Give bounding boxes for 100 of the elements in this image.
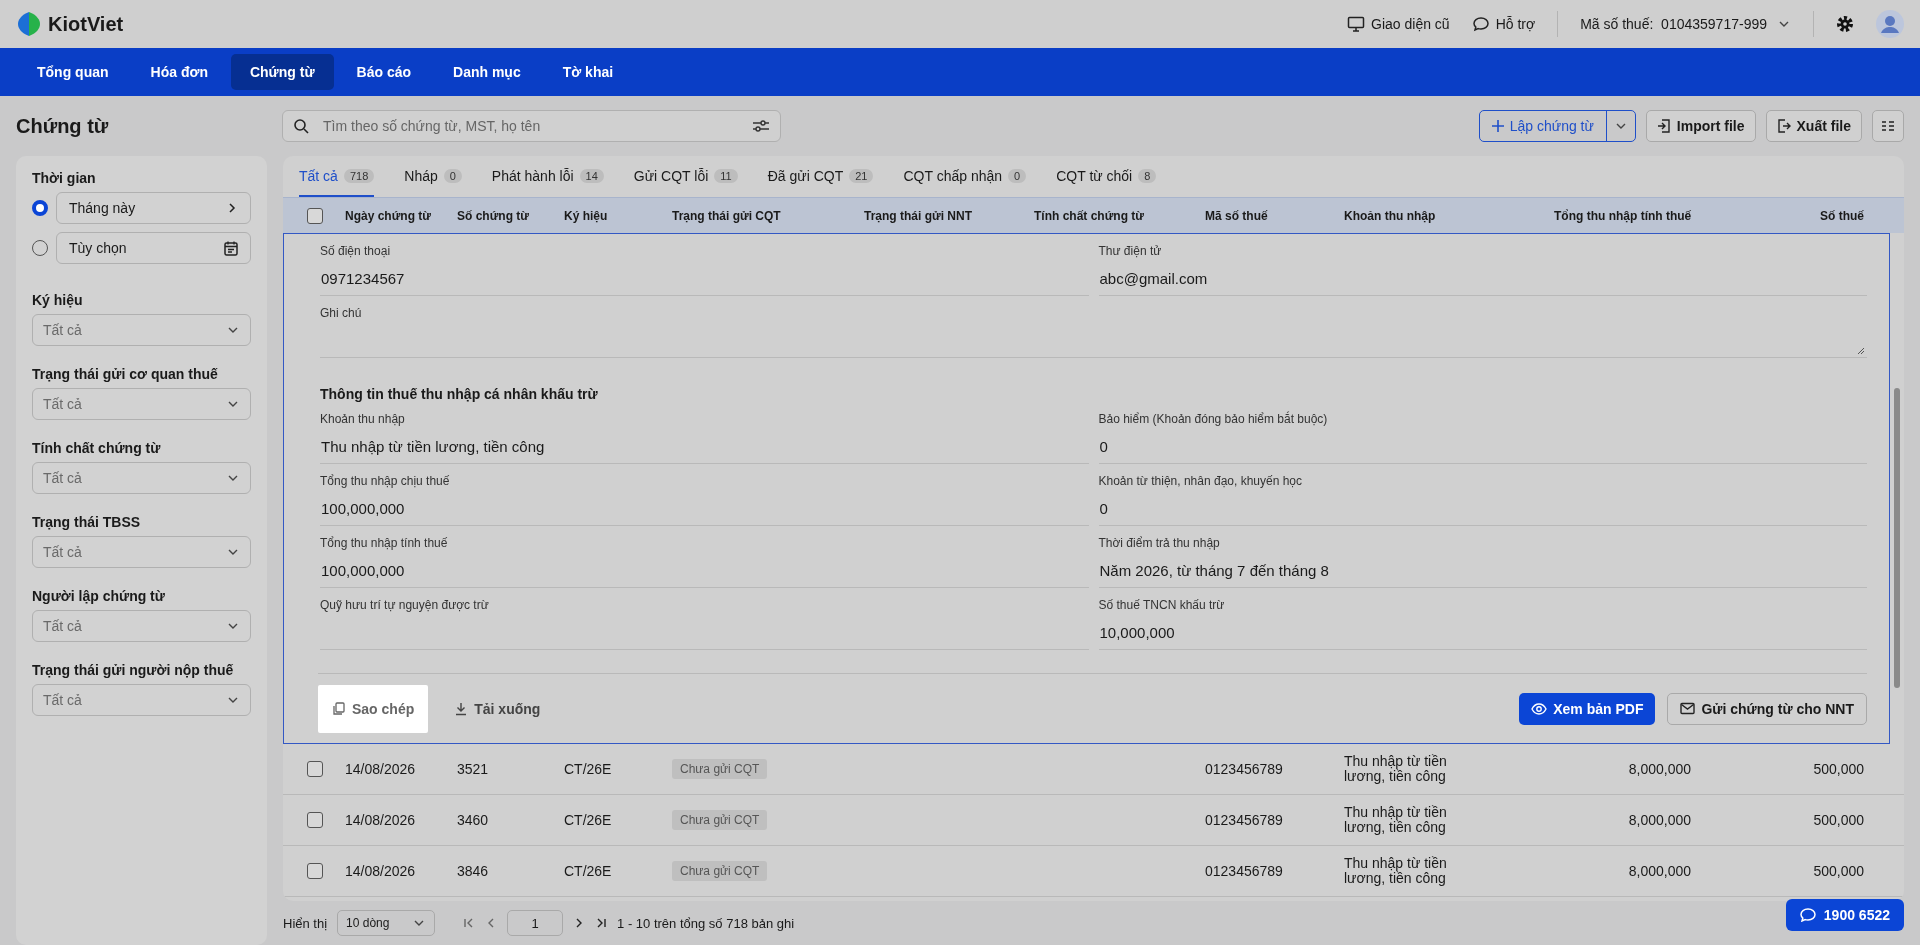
count-badge: 21 xyxy=(849,168,874,183)
export-icon xyxy=(1776,119,1791,133)
table-cell-text: 0123456789 xyxy=(1204,761,1284,777)
column-header: Tổng thu nhập tính thuế xyxy=(1553,208,1693,223)
search-icon xyxy=(293,118,309,134)
nav-tab[interactable]: Báo cáo xyxy=(337,54,430,90)
calendar-icon xyxy=(224,240,238,256)
page-size-select[interactable]: 10 dòng xyxy=(337,910,436,936)
search-input[interactable]: Tìm theo số chứng từ, MST, họ tên xyxy=(321,117,740,135)
filter-label: Trạng thái gửi cơ quan thuế xyxy=(32,366,219,382)
columns-button[interactable] xyxy=(1872,110,1904,142)
status-tab[interactable]: CQT từ chối 8 xyxy=(1056,156,1157,197)
table-cell-text: 500,000 xyxy=(1812,812,1865,828)
chat-icon xyxy=(1471,16,1490,32)
logo-icon xyxy=(16,10,42,38)
filter-select[interactable]: Tất cả xyxy=(32,610,251,642)
import-button[interactable]: Import file xyxy=(1645,110,1756,142)
table-cell-text: 14/08/2026 xyxy=(344,812,417,828)
checkbox[interactable] xyxy=(307,812,323,828)
status-badge: Chưa gửi CQT xyxy=(672,861,768,881)
nav-tab[interactable]: Danh mục xyxy=(434,54,540,90)
field-label: Bảo hiểm (Khoản đóng bảo hiểm bắt buộc) xyxy=(1098,412,1329,426)
pdf-button[interactable]: Xem bản PDF xyxy=(1519,692,1656,725)
checkbox[interactable] xyxy=(307,207,323,224)
nav-tab[interactable]: Tổng quan xyxy=(18,54,128,90)
field-label: Tổng thu nhập tính thuế xyxy=(320,536,449,550)
column-header: Trạng thái gửi NNT xyxy=(863,208,974,223)
nav-tab[interactable]: Hóa đơn xyxy=(131,54,227,90)
field-value: 0 xyxy=(1098,500,1109,517)
table-cell-text: 14/08/2026 xyxy=(344,761,417,777)
filter-label: Trạng thái TBSS xyxy=(32,514,142,530)
page-number-field[interactable]: 1 xyxy=(507,910,564,936)
eye-icon xyxy=(1531,701,1548,716)
table-cell-text: 0123456789 xyxy=(1204,812,1284,828)
avatar-icon[interactable] xyxy=(1876,10,1904,38)
table-cell-text: 500,000 xyxy=(1812,863,1865,879)
copy-button[interactable]: Sao chép xyxy=(318,684,429,733)
status-tab[interactable]: Nháp 0 xyxy=(404,156,462,197)
status-badge: Chưa gửi CQT xyxy=(672,810,768,830)
table-cell-text: 3846 xyxy=(456,863,490,879)
filter-select[interactable]: Tất cả xyxy=(32,388,251,420)
last-page-icon[interactable] xyxy=(595,917,608,929)
tax-code-selector[interactable]: Mã số thuế: 0104359717-999 xyxy=(1580,16,1791,32)
field-value: Thu nhập từ tiền lương, tiền công xyxy=(320,438,546,455)
field-label: Khoản từ thiện, nhân đạo, khuyến học xyxy=(1098,474,1304,488)
mail-icon xyxy=(1680,702,1696,715)
header-link[interactable]: Hỗ trợ xyxy=(1471,16,1536,32)
filter-label: Người lập chứng từ xyxy=(32,588,166,604)
field-label: Số điện thoại xyxy=(320,244,392,258)
download-icon xyxy=(454,701,469,716)
monitor-icon xyxy=(1347,16,1366,32)
filter-label: Thời gian xyxy=(32,170,97,186)
count-badge: 0 xyxy=(1008,168,1027,183)
field-value: Năm 2026, từ tháng 7 đến tháng 8 xyxy=(1098,562,1330,579)
table-cell-text: CT/26E xyxy=(563,863,613,879)
count-badge: 14 xyxy=(579,168,604,183)
time-option-field[interactable]: Tùy chọn xyxy=(56,232,251,264)
field-label: Khoản thu nhập xyxy=(320,412,406,426)
table-cell-text: CT/26E xyxy=(563,761,613,777)
send-button[interactable]: Gửi chứng từ cho NNT xyxy=(1667,692,1867,725)
column-header: Tính chất chứng từ xyxy=(1033,208,1146,223)
filter-select[interactable]: Tất cả xyxy=(32,536,251,568)
table-cell-text: CT/26E xyxy=(563,812,613,828)
field-label: Thư điện tử xyxy=(1098,244,1163,258)
page-size-label: Hiển thị xyxy=(283,915,328,931)
filter-label: Ký hiệu xyxy=(32,292,84,308)
filter-select[interactable]: Tất cả xyxy=(32,684,251,716)
settings-icon[interactable] xyxy=(1836,15,1854,33)
copy-icon xyxy=(332,701,346,716)
note-field[interactable]: Ghi chú xyxy=(320,296,1867,358)
checkbox[interactable] xyxy=(307,761,323,777)
scrollbar[interactable] xyxy=(1894,388,1900,688)
filter-select[interactable]: Tất cả xyxy=(32,462,251,494)
column-header: Mã số thuế xyxy=(1204,208,1269,223)
status-tab[interactable]: Đã gửi CQT 21 xyxy=(767,156,874,197)
hotline-button[interactable]: 1900 6522 xyxy=(1785,899,1904,931)
status-tab[interactable]: Gửi CQT lỗi 11 xyxy=(633,156,738,197)
nav-tab[interactable]: Tờ khai xyxy=(543,54,633,90)
nav-tab[interactable]: Chứng từ xyxy=(230,54,334,90)
export-button[interactable]: Xuất file xyxy=(1765,110,1862,142)
field-value: 0 xyxy=(1098,438,1109,455)
status-tab[interactable]: CQT chấp nhận 0 xyxy=(903,156,1027,197)
field-value: abc@gmail.com xyxy=(1098,270,1209,287)
field-label: Tổng thu nhập chịu thuế xyxy=(320,474,451,488)
search-bar[interactable]: Tìm theo số chứng từ, MST, họ tên xyxy=(282,110,781,142)
checkbox[interactable] xyxy=(307,863,323,879)
download-button[interactable]: Tải xuống xyxy=(440,684,555,733)
table-cell-text: Thu nhập từ tiền lương, tiền công xyxy=(1343,805,1448,835)
radio-button[interactable] xyxy=(32,200,48,216)
table-cell-text: 0123456789 xyxy=(1204,863,1284,879)
filter-select[interactable]: Tất cả xyxy=(32,314,251,346)
count-badge: 0 xyxy=(443,168,462,183)
field-value: 100,000,000 xyxy=(320,562,406,579)
filter-icon[interactable] xyxy=(752,119,770,133)
status-tab[interactable]: Phát hành lỗi 14 xyxy=(491,156,604,197)
logo-text: KiotViet xyxy=(48,12,124,36)
table-cell-text: 500,000 xyxy=(1812,761,1865,777)
header-link[interactable]: Giao diện cũ xyxy=(1347,16,1450,32)
table-cell-text: 3521 xyxy=(456,761,490,777)
time-option-field[interactable]: Tháng này xyxy=(56,192,251,224)
